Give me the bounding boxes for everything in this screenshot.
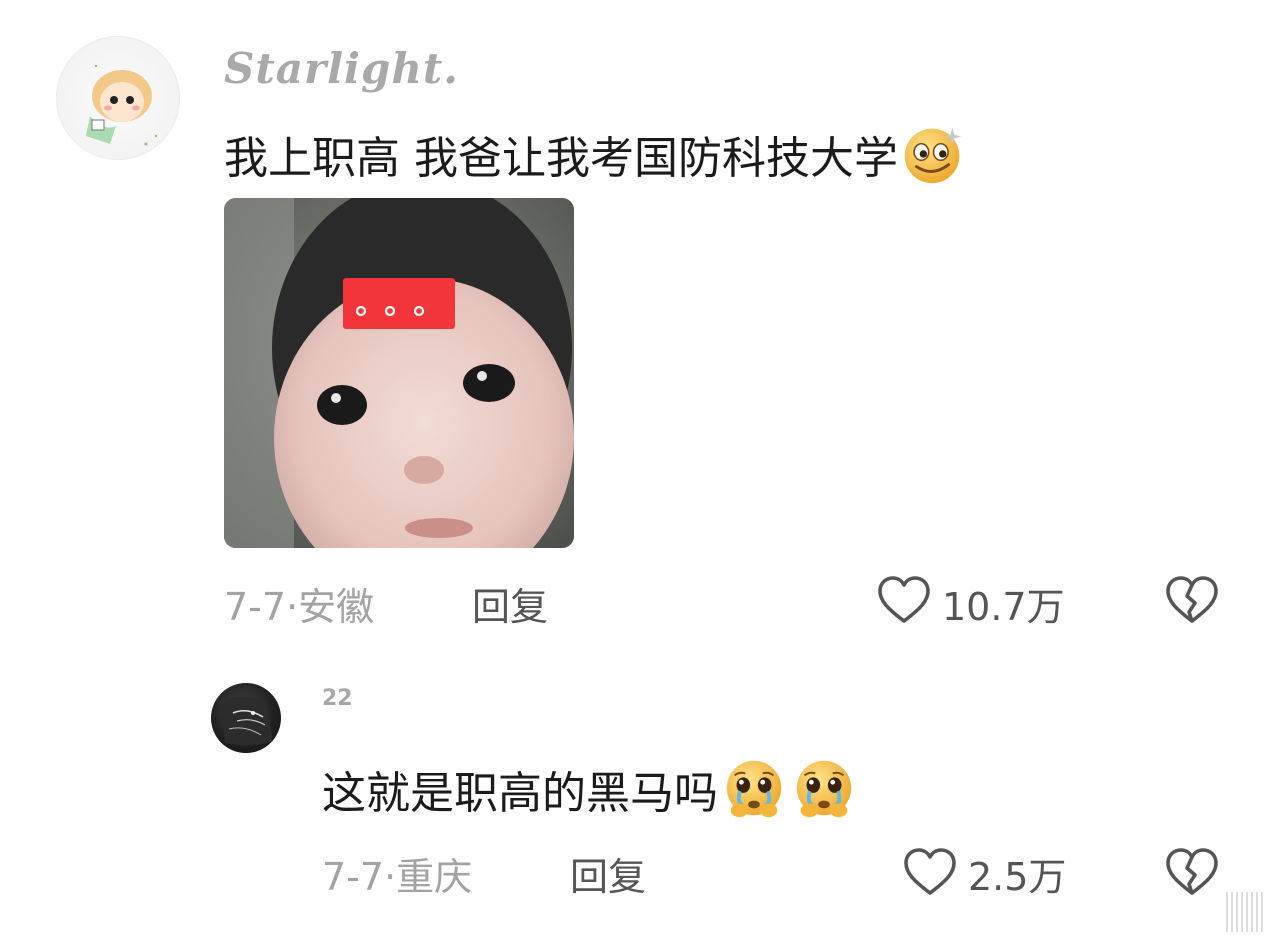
heart-icon[interactable]	[876, 574, 932, 626]
reply-text: 这就是职高的黑马吗	[322, 754, 858, 838]
avatar-cartoon-girl-icon	[86, 64, 158, 146]
avatar-22[interactable]	[211, 683, 281, 753]
heart-icon[interactable]	[902, 846, 958, 898]
reply-username[interactable]: 22	[322, 686, 353, 711]
comment-text: 我上职高 我爸让我考国防科技大学	[224, 119, 968, 203]
reply-reply-button[interactable]: 回复	[570, 846, 646, 901]
broken-heart-icon[interactable]	[1164, 574, 1220, 626]
pleading-face-icon	[790, 754, 858, 838]
pleading-face-icon	[720, 754, 788, 838]
reply-date-location: 7-7·重庆	[322, 855, 473, 899]
comment-image[interactable]	[224, 198, 574, 548]
comment-reply-button[interactable]: 回复	[472, 576, 548, 631]
scroll-handle[interactable]	[1226, 892, 1266, 932]
reply-like-count: 2.5万	[968, 855, 1067, 899]
broken-heart-icon[interactable]	[1164, 846, 1220, 898]
avatar-dark-figure-icon	[221, 696, 273, 746]
comment-username[interactable]: Starlight.	[224, 44, 459, 93]
smiling-face-icon	[900, 119, 968, 203]
avatar-starlight[interactable]	[56, 36, 180, 160]
baby-photo-image	[224, 198, 574, 548]
comment-date-location: 7-7·安徽	[224, 585, 375, 629]
reply-text-content: 这就是职高的黑马吗	[322, 768, 718, 819]
comment-like-count: 10.7万	[942, 585, 1065, 629]
comment-text-content: 我上职高 我爸让我考国防科技大学	[224, 133, 898, 184]
